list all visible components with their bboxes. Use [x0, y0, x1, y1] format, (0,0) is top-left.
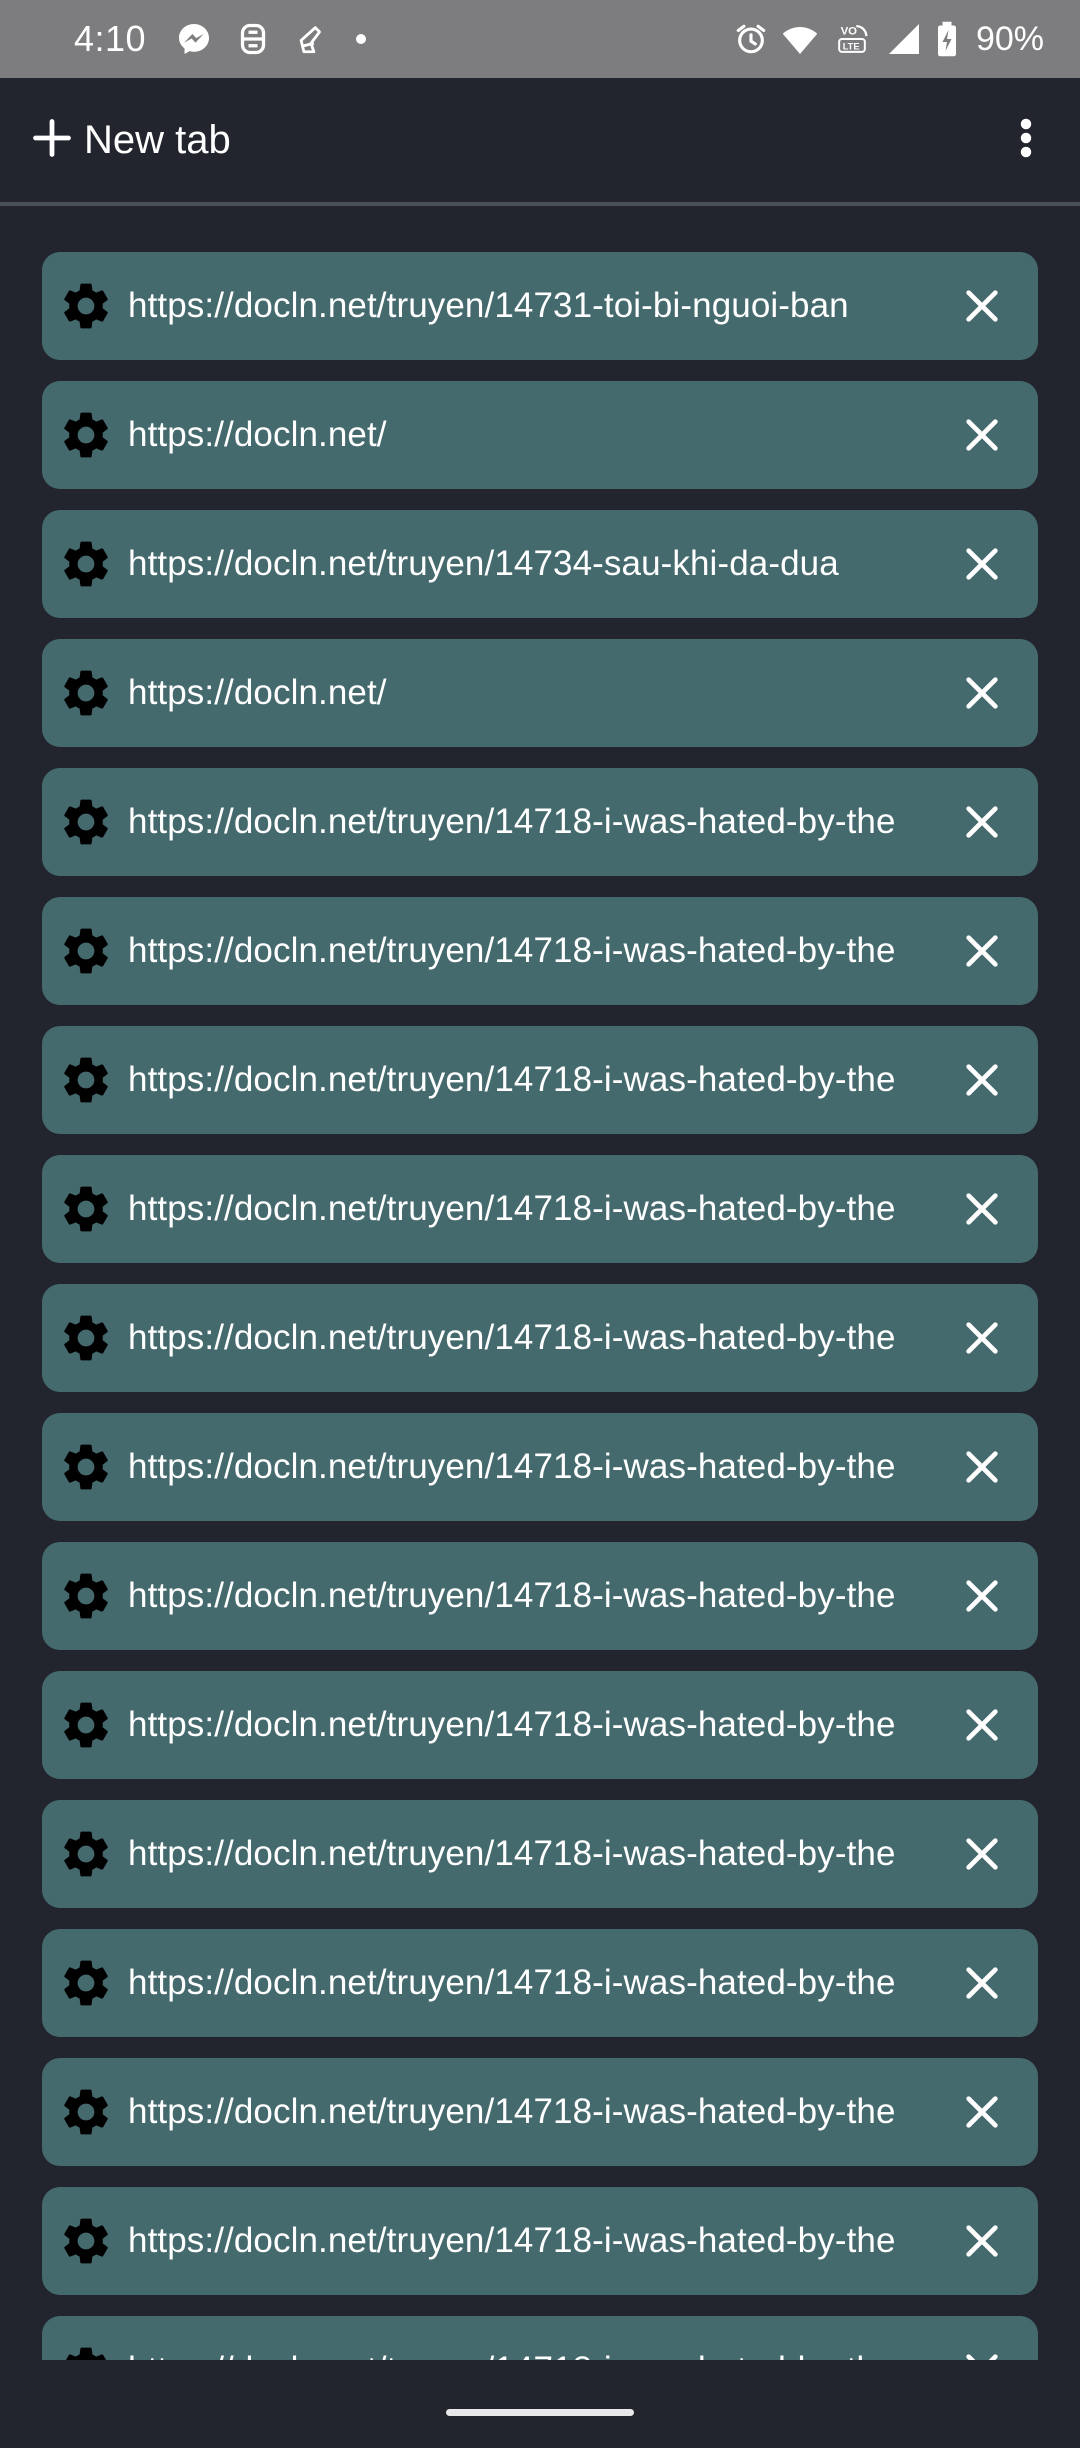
tab-item[interactable]: https://docln.net/truyen/14718-i-was-hat…	[42, 1155, 1038, 1263]
tab-url: https://docln.net/truyen/14718-i-was-hat…	[128, 1963, 896, 2002]
close-icon[interactable]	[944, 2332, 1020, 2360]
close-icon[interactable]	[944, 268, 1020, 344]
close-icon[interactable]	[944, 2074, 1020, 2150]
tab-url: https://docln.net/truyen/14734-sau-khi-d…	[128, 544, 839, 583]
gear-icon[interactable]	[58, 2342, 114, 2360]
tab-item[interactable]: https://docln.net/truyen/14718-i-was-hat…	[42, 897, 1038, 1005]
tab-url: https://docln.net/truyen/14718-i-was-hat…	[128, 1705, 896, 1744]
tab-item[interactable]: https://docln.net/truyen/14718-i-was-hat…	[42, 2058, 1038, 2166]
gear-icon[interactable]	[58, 278, 114, 334]
close-icon[interactable]	[944, 1300, 1020, 1376]
screen: 4:10 VO LTE 90% New tab https://docln.ne…	[0, 0, 1080, 2448]
dot-icon	[354, 32, 368, 46]
gear-icon[interactable]	[58, 665, 114, 721]
gear-icon[interactable]	[58, 1826, 114, 1882]
gear-icon[interactable]	[58, 1568, 114, 1624]
gear-icon[interactable]	[58, 536, 114, 592]
tab-url: https://docln.net/truyen/14718-i-was-hat…	[128, 1189, 896, 1228]
tab-url: https://docln.net/truyen/14718-i-was-hat…	[128, 802, 896, 841]
more-vert-icon	[1019, 116, 1033, 165]
tab-item[interactable]: https://docln.net/	[42, 381, 1038, 489]
close-icon[interactable]	[944, 1171, 1020, 1247]
tab-url: https://docln.net/truyen/14718-i-was-hat…	[128, 1834, 896, 1873]
gear-icon[interactable]	[58, 794, 114, 850]
tab-item[interactable]: https://docln.net/truyen/14718-i-was-hat…	[42, 1671, 1038, 1779]
tab-item[interactable]: https://docln.net/truyen/14718-i-was-hat…	[42, 2316, 1038, 2360]
close-icon[interactable]	[944, 1816, 1020, 1892]
status-notification-icons	[176, 21, 368, 57]
wifi-icon	[782, 22, 818, 56]
gear-icon[interactable]	[58, 2213, 114, 2269]
close-icon[interactable]	[944, 1042, 1020, 1118]
tab-url: https://docln.net/truyen/14718-i-was-hat…	[128, 931, 896, 970]
gear-icon[interactable]	[58, 1439, 114, 1495]
tab-item[interactable]: https://docln.net/truyen/14718-i-was-hat…	[42, 1284, 1038, 1392]
home-gesture-handle[interactable]	[446, 2408, 634, 2416]
messenger-icon	[176, 21, 212, 57]
close-icon[interactable]	[944, 655, 1020, 731]
close-icon[interactable]	[944, 1687, 1020, 1763]
tab-item[interactable]: https://docln.net/truyen/14734-sau-khi-d…	[42, 510, 1038, 618]
close-icon[interactable]	[944, 526, 1020, 602]
new-tab-button[interactable]: New tab	[30, 116, 231, 165]
tab-url: https://docln.net/	[128, 673, 387, 712]
alarm-icon	[734, 22, 768, 56]
gear-icon[interactable]	[58, 1310, 114, 1366]
tab-url: https://docln.net/truyen/14718-i-was-hat…	[128, 2092, 896, 2131]
battery-percentage: 90%	[975, 19, 1044, 58]
tab-url: https://docln.net/	[128, 415, 387, 454]
volte-icon: VO LTE	[832, 21, 872, 57]
status-bar: 4:10 VO LTE 90%	[0, 0, 1080, 78]
battery-icon	[936, 21, 958, 57]
gear-icon[interactable]	[58, 1697, 114, 1753]
tab-item[interactable]: https://docln.net/truyen/14718-i-was-hat…	[42, 1026, 1038, 1134]
tab-item[interactable]: https://docln.net/truyen/14718-i-was-hat…	[42, 1413, 1038, 1521]
plus-icon	[30, 116, 74, 165]
signal-icon	[886, 21, 922, 57]
svg-text:VO: VO	[841, 26, 858, 38]
status-time: 4:10	[74, 18, 147, 59]
navigation-bar	[0, 2362, 1080, 2448]
tab-url: https://docln.net/truyen/14718-i-was-hat…	[128, 1576, 896, 1615]
gear-icon[interactable]	[58, 1052, 114, 1108]
close-icon[interactable]	[944, 1558, 1020, 1634]
close-icon[interactable]	[944, 2203, 1020, 2279]
tab-item[interactable]: https://docln.net/	[42, 639, 1038, 747]
gear-icon[interactable]	[58, 1955, 114, 2011]
gear-icon[interactable]	[58, 923, 114, 979]
app-toolbar: New tab	[0, 78, 1080, 206]
tab-url: https://docln.net/truyen/14718-i-was-hat…	[128, 1318, 896, 1357]
svg-text:LTE: LTE	[843, 41, 860, 51]
tab-item[interactable]: https://docln.net/truyen/14718-i-was-hat…	[42, 1542, 1038, 1650]
close-icon[interactable]	[944, 913, 1020, 989]
gear-icon[interactable]	[58, 2084, 114, 2140]
tab-item[interactable]: https://docln.net/truyen/14718-i-was-hat…	[42, 1929, 1038, 2037]
close-icon[interactable]	[944, 397, 1020, 473]
tab-item[interactable]: https://docln.net/truyen/14718-i-was-hat…	[42, 2187, 1038, 2295]
tab-url: https://docln.net/truyen/14718-i-was-hat…	[128, 1060, 896, 1099]
gear-icon[interactable]	[58, 407, 114, 463]
gear-icon[interactable]	[58, 1181, 114, 1237]
tab-url: https://docln.net/truyen/14718-i-was-hat…	[128, 2221, 896, 2260]
tab-url: https://docln.net/truyen/14731-toi-bi-ng…	[128, 286, 849, 325]
tab-url: https://docln.net/truyen/14718-i-was-hat…	[128, 1447, 896, 1486]
new-tab-label: New tab	[84, 117, 231, 162]
tab-item[interactable]: https://docln.net/truyen/14731-toi-bi-ng…	[42, 252, 1038, 360]
status-system-icons: VO LTE 90%	[734, 20, 1044, 59]
close-icon[interactable]	[944, 1429, 1020, 1505]
tab-item[interactable]: https://docln.net/truyen/14718-i-was-hat…	[42, 1800, 1038, 1908]
overflow-menu-button[interactable]	[1002, 108, 1050, 172]
close-icon[interactable]	[944, 1945, 1020, 2021]
tab-list[interactable]: https://docln.net/truyen/14731-toi-bi-ng…	[0, 210, 1080, 2360]
bot-icon	[238, 21, 268, 57]
close-icon[interactable]	[944, 784, 1020, 860]
tab-item[interactable]: https://docln.net/truyen/14718-i-was-hat…	[42, 768, 1038, 876]
tab-url: https://docln.net/truyen/14718-i-was-hat…	[128, 2350, 938, 2360]
car-icon	[294, 21, 328, 57]
